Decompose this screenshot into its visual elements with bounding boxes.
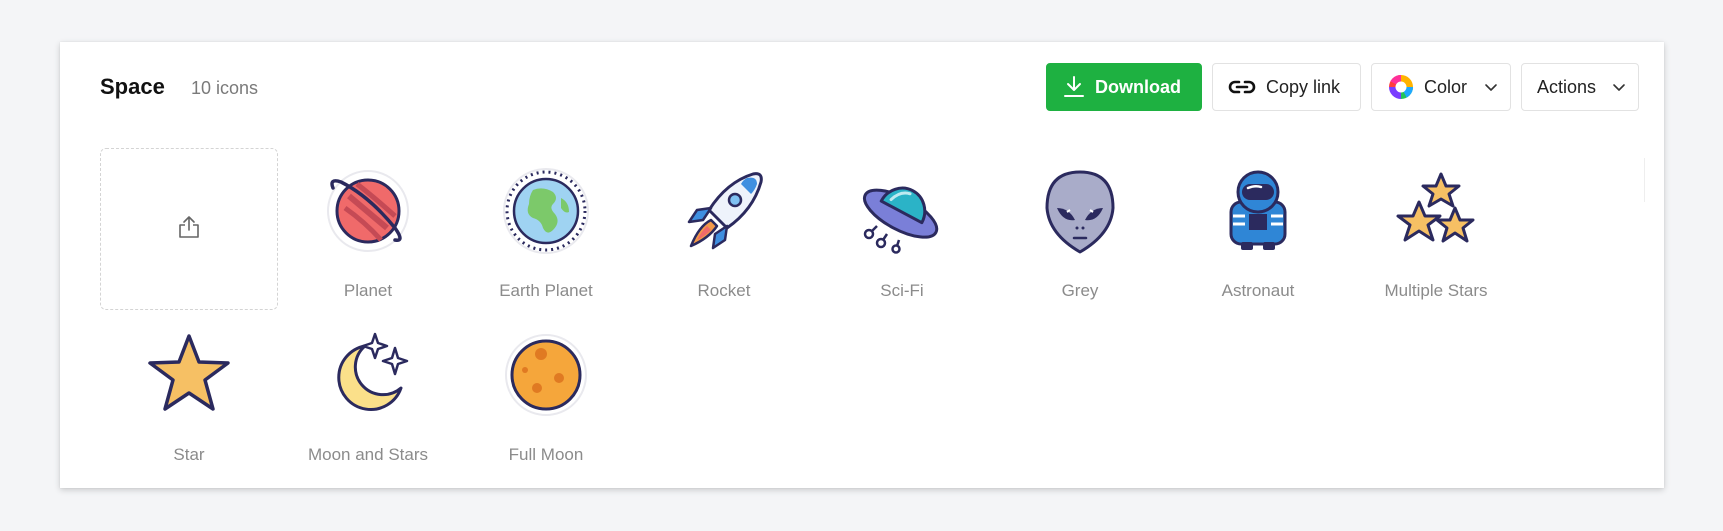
icon-label: Grey — [1061, 281, 1099, 300]
astronaut-icon — [1215, 168, 1301, 254]
icon-label: Astronaut — [1221, 281, 1295, 300]
copy-link-button[interactable]: Copy link — [1212, 63, 1361, 111]
multiple-stars-icon — [1393, 168, 1479, 254]
icon-tile-star[interactable]: Star — [100, 312, 278, 474]
divider — [1644, 158, 1645, 202]
color-wheel-icon — [1388, 74, 1414, 100]
download-label: Download — [1095, 76, 1181, 97]
alien-icon — [1037, 168, 1123, 254]
icon-tile-grey[interactable]: Grey — [991, 148, 1169, 310]
icon-label: Full Moon — [508, 445, 584, 464]
collection-header: Space 10 icons Download Copy link Color … — [60, 42, 1664, 132]
icon-tile-astronaut[interactable]: Astronaut — [1169, 148, 1347, 310]
icon-collection-card: Space 10 icons Download Copy link Color … — [60, 42, 1664, 488]
copy-link-label: Copy link — [1266, 76, 1341, 97]
icon-tile-sci-fi[interactable]: Sci-Fi — [813, 148, 991, 310]
icon-label: Moon and Stars — [307, 445, 428, 464]
upload-icon — [176, 214, 202, 245]
ufo-icon — [859, 168, 945, 254]
actions-label: Actions — [1537, 76, 1597, 97]
download-button[interactable]: Download — [1046, 63, 1202, 111]
icon-tile-moon-and-stars[interactable]: Moon and Stars — [279, 312, 457, 474]
icon-label: Star — [173, 445, 205, 464]
icon-label: Planet — [343, 281, 393, 300]
chevron-down-icon — [1484, 80, 1498, 94]
icon-label: Sci-Fi — [880, 281, 924, 300]
chevron-down-icon — [1612, 80, 1626, 94]
icon-count: 10 icons — [191, 78, 259, 98]
collection-title: Space — [100, 74, 165, 99]
icon-label: Rocket — [697, 281, 751, 300]
color-dropdown[interactable]: Color — [1371, 63, 1511, 111]
upload-icon-dropzone[interactable] — [100, 148, 278, 310]
icon-tile-rocket[interactable]: Rocket — [635, 148, 813, 310]
planet-icon — [325, 168, 411, 254]
star-icon — [146, 332, 232, 418]
icon-tile-earth-planet[interactable]: Earth Planet — [457, 148, 635, 310]
moon-and-stars-icon — [325, 332, 411, 418]
icon-label: Earth Planet — [499, 281, 593, 300]
link-icon — [1228, 78, 1256, 96]
icon-label: Multiple Stars — [1384, 281, 1488, 300]
icon-tile-planet[interactable]: Planet — [279, 148, 457, 310]
icon-tile-multiple-stars[interactable]: Multiple Stars — [1347, 148, 1525, 310]
color-label: Color — [1424, 76, 1468, 97]
earth-planet-icon — [503, 168, 589, 254]
rocket-icon — [681, 168, 767, 254]
icon-tile-full-moon[interactable]: Full Moon — [457, 312, 635, 474]
download-icon — [1063, 75, 1085, 99]
actions-dropdown[interactable]: Actions — [1521, 63, 1639, 111]
full-moon-icon — [503, 332, 589, 418]
